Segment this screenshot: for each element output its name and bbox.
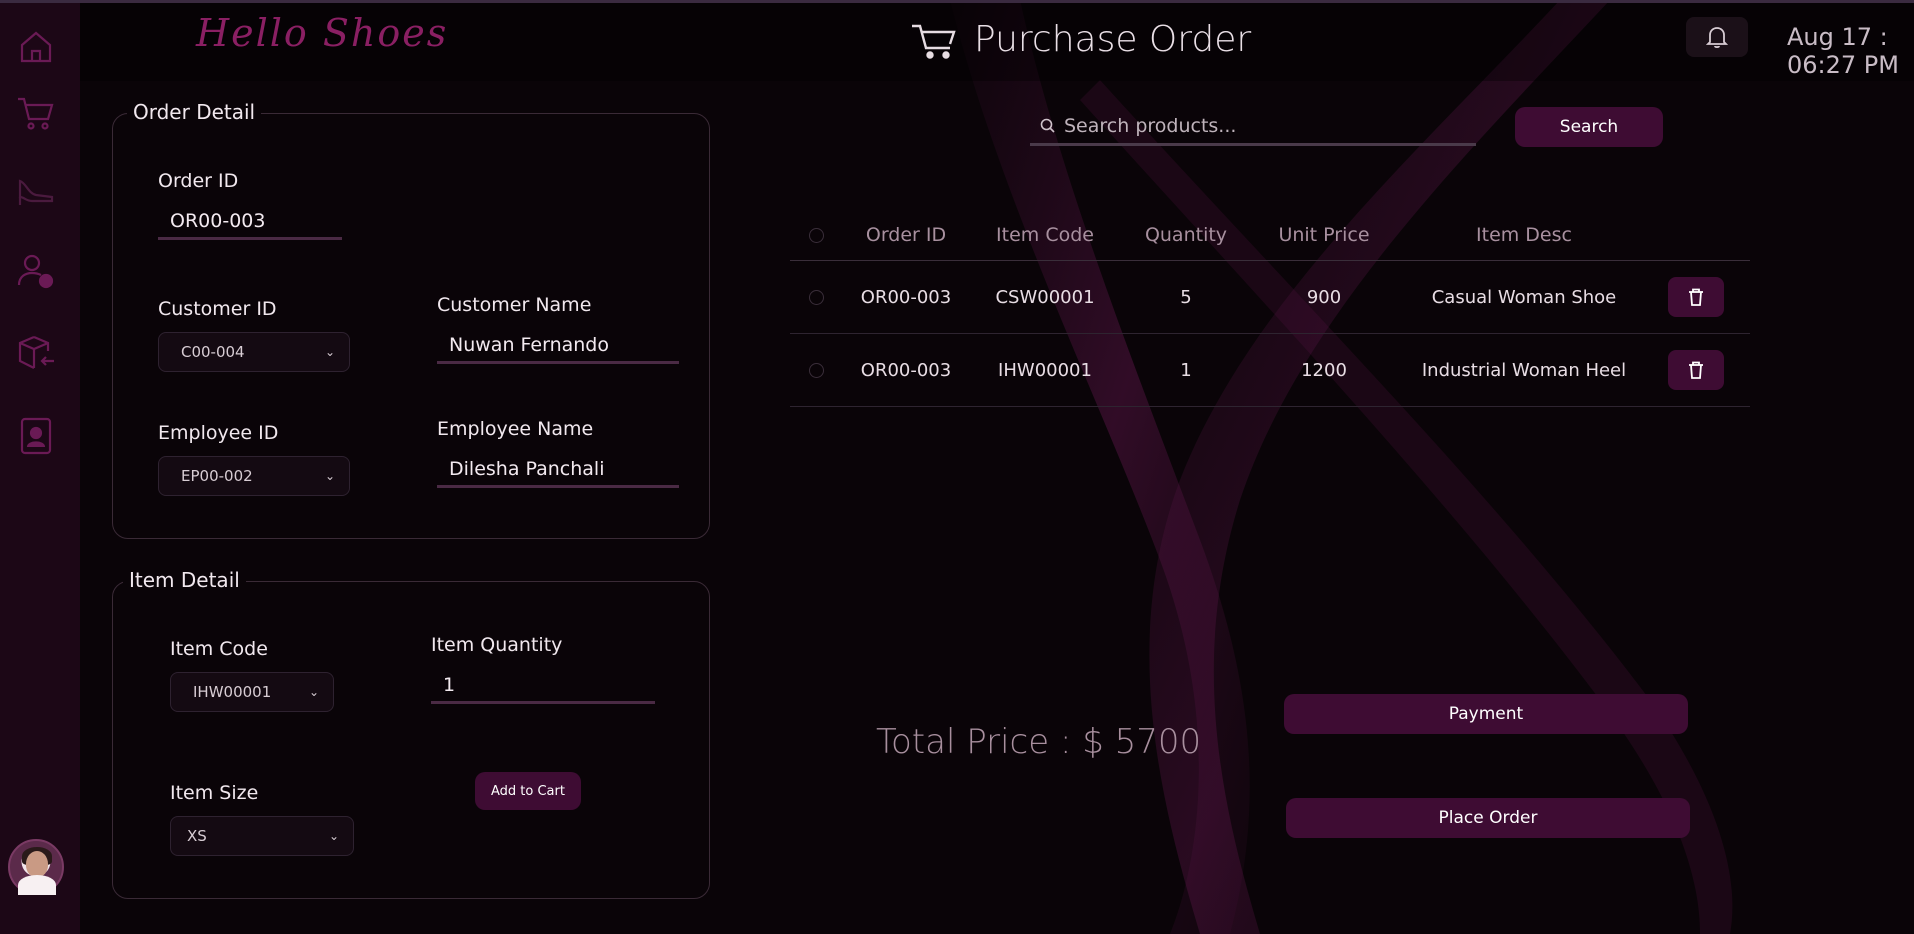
sidebar-item-customers[interactable] (14, 249, 58, 293)
total-price: Total Price : $ 5700 (876, 722, 1202, 762)
table-header: Order ID Item Code Quantity Unit Price I… (790, 210, 1750, 261)
search-input[interactable] (1062, 108, 1466, 144)
sidebar-item-cart[interactable] (14, 91, 58, 135)
notifications-button[interactable] (1686, 17, 1748, 57)
customer-id-select[interactable]: C00-004 ⌄ (158, 332, 350, 372)
datetime: Aug 17 : 06:27 PM (1787, 23, 1899, 79)
delete-row-button[interactable] (1668, 277, 1724, 317)
sidebar-item-home[interactable] (14, 25, 58, 69)
page-title: Purchase Order (974, 19, 1252, 60)
heel-shoe-icon (18, 179, 54, 205)
quantity-cell: 1 (1180, 359, 1192, 381)
place-order-button[interactable]: Place Order (1286, 798, 1690, 838)
order-detail-legend: Order Detail (127, 100, 262, 124)
row-select-radio[interactable] (808, 362, 824, 378)
sidebar-item-shoes[interactable] (14, 167, 58, 211)
item-code-cell: IHW00001 (998, 359, 1092, 381)
sidebar-item-employees[interactable] (14, 413, 58, 457)
search-bar (1030, 108, 1476, 146)
select-all-radio[interactable] (808, 227, 824, 243)
search-button[interactable]: Search (1515, 107, 1663, 147)
chevron-down-icon: ⌄ (324, 345, 335, 359)
header: Hello Shoes Purchase Order Aug 17 : 06:2… (80, 3, 1914, 81)
item-size-label: Item Size (170, 782, 259, 804)
item-quantity-input[interactable] (431, 668, 655, 704)
chevron-down-icon: ⌄ (308, 685, 319, 699)
trash-icon (1689, 361, 1703, 379)
sidebar-item-returns[interactable] (14, 331, 58, 375)
unit-price-cell: 900 (1306, 286, 1342, 308)
cart-icon (912, 24, 956, 59)
search-icon (1040, 118, 1055, 133)
order-id-input[interactable] (158, 204, 342, 240)
avatar[interactable] (8, 839, 64, 895)
payment-button[interactable]: Payment (1284, 694, 1688, 734)
item-size-select[interactable]: XS ⌄ (170, 816, 354, 856)
logo: Hello Shoes (196, 11, 449, 55)
row-select-radio[interactable] (808, 289, 824, 305)
cart-table: Order ID Item Code Quantity Unit Price I… (790, 210, 1750, 407)
employee-name-label: Employee Name (437, 418, 594, 440)
trash-icon (1689, 288, 1703, 306)
customer-id-label: Customer ID (158, 298, 277, 320)
column-header: Unit Price (1278, 224, 1370, 246)
add-to-cart-button[interactable]: Add to Cart (475, 772, 581, 810)
item-code-select[interactable]: IHW00001 ⌄ (170, 672, 334, 712)
item-code-value: IHW00001 (193, 683, 272, 701)
box-return-icon (18, 335, 54, 369)
column-header: Item Code (996, 224, 1094, 246)
table-row: OR00-003 CSW00001 5 900 Casual Woman Sho… (790, 261, 1750, 334)
employee-id-value: EP00-002 (181, 467, 253, 485)
quantity-cell: 5 (1180, 286, 1192, 308)
item-desc-cell: Casual Woman Shoe (1431, 286, 1617, 308)
chevron-down-icon: ⌄ (328, 829, 339, 843)
page-title-group: Purchase Order (910, 19, 1251, 60)
customer-id-value: C00-004 (181, 343, 245, 361)
order-detail-panel: Order Detail Order ID Customer ID C00-00… (112, 100, 710, 539)
column-header: Quantity (1144, 224, 1228, 246)
unit-price-cell: 1200 (1301, 359, 1347, 381)
delete-row-button[interactable] (1668, 350, 1724, 390)
home-icon (20, 31, 52, 63)
bell-icon (1706, 27, 1728, 49)
item-desc-cell: Industrial Woman Heel (1421, 359, 1627, 381)
customer-name-input[interactable] (437, 328, 679, 364)
order-id-cell: OR00-003 (860, 359, 952, 381)
employee-id-label: Employee ID (158, 422, 279, 444)
id-badge-icon (20, 417, 52, 455)
item-size-value: XS (187, 827, 207, 845)
column-header: Item Desc (1476, 224, 1572, 246)
chevron-down-icon: ⌄ (324, 469, 335, 483)
item-code-cell: CSW00001 (995, 286, 1095, 308)
customer-name-label: Customer Name (437, 294, 592, 316)
order-id-label: Order ID (158, 170, 239, 192)
item-quantity-label: Item Quantity (431, 634, 563, 656)
table-row: OR00-003 IHW00001 1 1200 Industrial Woma… (790, 334, 1750, 407)
user-clock-icon (17, 254, 54, 289)
sidebar (0, 3, 80, 934)
order-id-cell: OR00-003 (860, 286, 952, 308)
employee-id-select[interactable]: EP00-002 ⌄ (158, 456, 350, 496)
item-code-label: Item Code (170, 638, 268, 660)
item-detail-legend: Item Detail (123, 568, 246, 592)
employee-name-input[interactable] (437, 452, 679, 488)
column-header: Order ID (865, 224, 947, 246)
item-detail-panel: Item Detail Item Code IHW00001 ⌄ Item Qu… (112, 568, 710, 899)
cart-icon (18, 97, 54, 130)
